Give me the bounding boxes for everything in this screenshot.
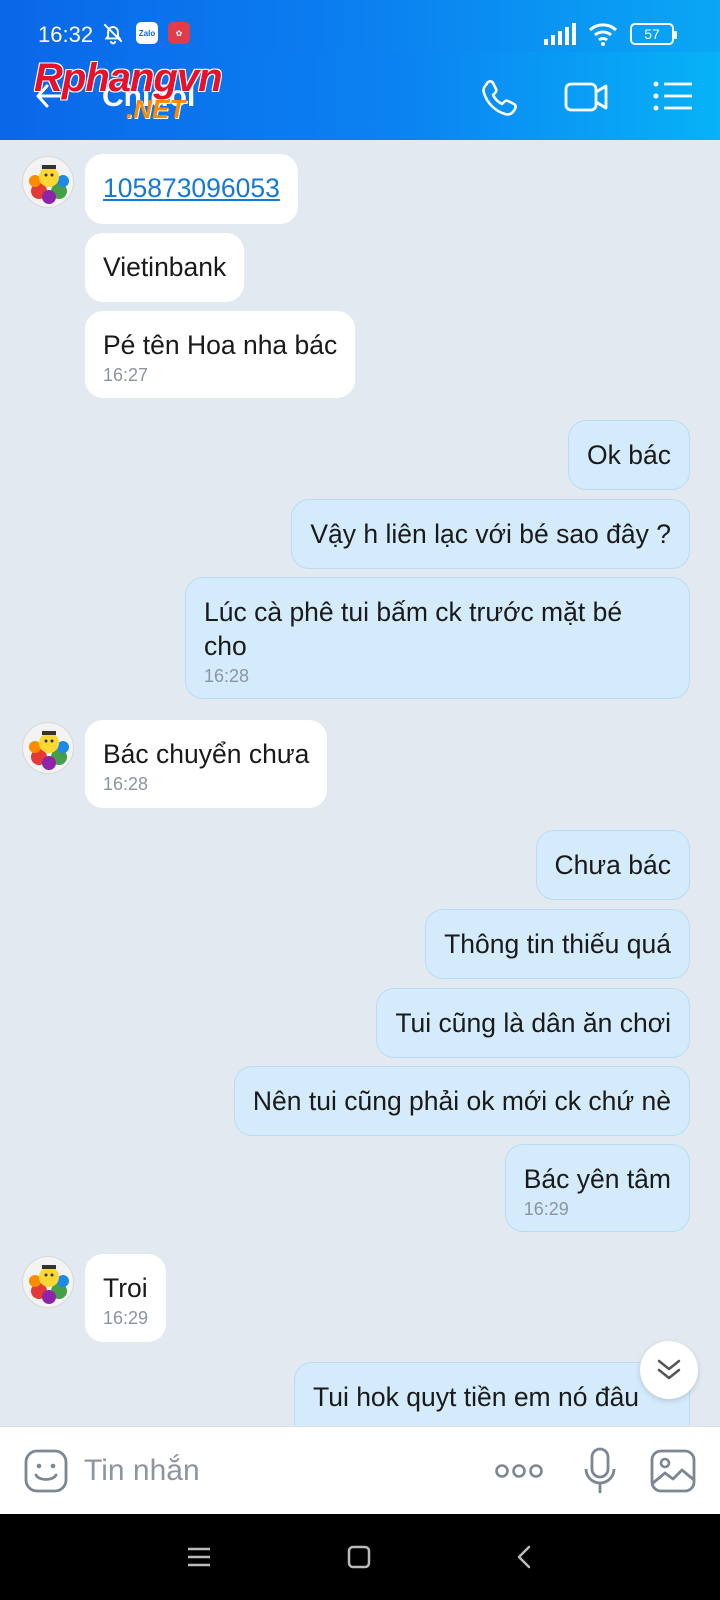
mute-notification-icon bbox=[103, 23, 123, 45]
contact-avatar[interactable] bbox=[22, 722, 74, 774]
avatar-image bbox=[29, 731, 69, 770]
zalo-app-icon: Zalo bbox=[136, 22, 158, 44]
recent-apps-button[interactable] bbox=[184, 1542, 214, 1572]
contact-avatar[interactable] bbox=[22, 156, 74, 208]
avatar-image bbox=[29, 1265, 69, 1304]
message-text: Lúc cà phê tui bấm ck trước mặt bé bbox=[204, 597, 623, 627]
message-time: 16:28 bbox=[204, 666, 250, 686]
chat-header: Chidol Rphangvn .NET bbox=[0, 52, 720, 140]
watermark-subtext: .NET bbox=[126, 94, 186, 124]
chat-options-button[interactable] bbox=[652, 76, 696, 116]
message-bubble-outgoing[interactable]: Tui hok quyt tiền em nó đâu bbox=[294, 1362, 690, 1426]
system-back-button[interactable] bbox=[510, 1542, 540, 1572]
home-button[interactable] bbox=[344, 1542, 374, 1572]
system-navigation-bar bbox=[0, 1514, 720, 1600]
sticker-button[interactable] bbox=[24, 1449, 68, 1493]
message-text: Ok bác bbox=[587, 440, 671, 470]
status-time: 16:32 bbox=[38, 22, 94, 47]
voice-message-button[interactable] bbox=[582, 1447, 618, 1495]
status-bar: 16:32 Zalo ✿ 57 bbox=[0, 0, 720, 52]
message-list[interactable]: 105873096053 Vietinbank Pé tên Hoa nha b… bbox=[0, 140, 720, 1426]
message-bubble-incoming[interactable]: Pé tên Hoa nha bác 16:27 bbox=[85, 311, 356, 398]
message-bubble-outgoing[interactable]: Ok bác bbox=[568, 420, 690, 490]
message-bubble-outgoing[interactable]: Tui cũng là dân ăn chơi bbox=[376, 988, 690, 1058]
send-image-button[interactable] bbox=[650, 1449, 696, 1493]
avatar-image bbox=[29, 165, 69, 204]
message-bubble-outgoing[interactable]: Thông tin thiếu quá bbox=[425, 909, 690, 979]
account-number-link[interactable]: 105873096053 bbox=[103, 154, 280, 205]
message-bubble-incoming[interactable]: 105873096053 bbox=[85, 154, 298, 224]
message-text: Vậy h liên lạc với bé sao đây ? bbox=[310, 519, 671, 549]
message-bubble-outgoing[interactable]: Bác yên tâm 16:29 bbox=[504, 1144, 690, 1232]
message-time: 16:29 bbox=[523, 1199, 569, 1219]
message-text: Vietinbank bbox=[103, 252, 227, 282]
battery-icon: 57 bbox=[630, 23, 677, 45]
wifi-icon bbox=[588, 23, 618, 46]
message-time: 16:29 bbox=[103, 1308, 149, 1328]
message-bubble-outgoing[interactable]: Vậy h liên lạc với bé sao đây ? bbox=[291, 499, 690, 569]
message-text: Tui cũng là dân ăn chơi bbox=[395, 1008, 671, 1038]
message-bubble-incoming[interactable]: Bác chuyển chưa 16:28 bbox=[85, 720, 328, 808]
message-text: Tui hok quyt tiền em nó đâu bbox=[313, 1382, 640, 1412]
message-composer bbox=[0, 1426, 720, 1514]
message-text-continued: cho bbox=[204, 631, 247, 661]
status-notification-icons: Zalo ✿ bbox=[100, 20, 190, 46]
message-bubble-outgoing[interactable]: Lúc cà phê tui bấm ck trước mặt bé cho 1… bbox=[185, 577, 690, 699]
message-text: Bác yên tâm bbox=[523, 1164, 671, 1194]
message-time: 16:28 bbox=[103, 774, 149, 794]
video-call-button[interactable] bbox=[564, 76, 608, 116]
scroll-to-bottom-button[interactable] bbox=[640, 1341, 698, 1399]
message-text: Pé tên Hoa nha bác bbox=[103, 330, 338, 360]
message-time: 16:27 bbox=[103, 365, 149, 385]
signal-icon bbox=[544, 23, 576, 45]
message-text: Nên tui cũng phải ok mới ck chứ nè bbox=[252, 1086, 671, 1116]
more-options-button[interactable] bbox=[494, 1457, 544, 1485]
message-bubble-incoming[interactable]: Troi 16:29 bbox=[85, 1254, 167, 1342]
message-bubble-outgoing[interactable]: Chưa bác bbox=[535, 830, 690, 900]
app-notification-icon: ✿ bbox=[168, 22, 190, 44]
status-right-icons: 57 bbox=[544, 22, 677, 46]
message-text: Chưa bác bbox=[554, 850, 671, 880]
message-input[interactable] bbox=[84, 1449, 464, 1493]
call-button[interactable] bbox=[478, 76, 522, 116]
message-bubble-outgoing[interactable]: Nên tui cũng phải ok mới ck chứ nè bbox=[233, 1066, 690, 1136]
double-chevron-down-icon bbox=[657, 1359, 681, 1380]
message-text: Troi bbox=[103, 1273, 148, 1303]
watermark-logo: Rphangvn .NET bbox=[34, 58, 223, 122]
message-bubble-incoming[interactable]: Vietinbank bbox=[85, 233, 245, 302]
contact-avatar[interactable] bbox=[22, 1256, 74, 1308]
message-text: Thông tin thiếu quá bbox=[444, 929, 671, 959]
message-text: Bác chuyển chưa bbox=[103, 739, 310, 769]
